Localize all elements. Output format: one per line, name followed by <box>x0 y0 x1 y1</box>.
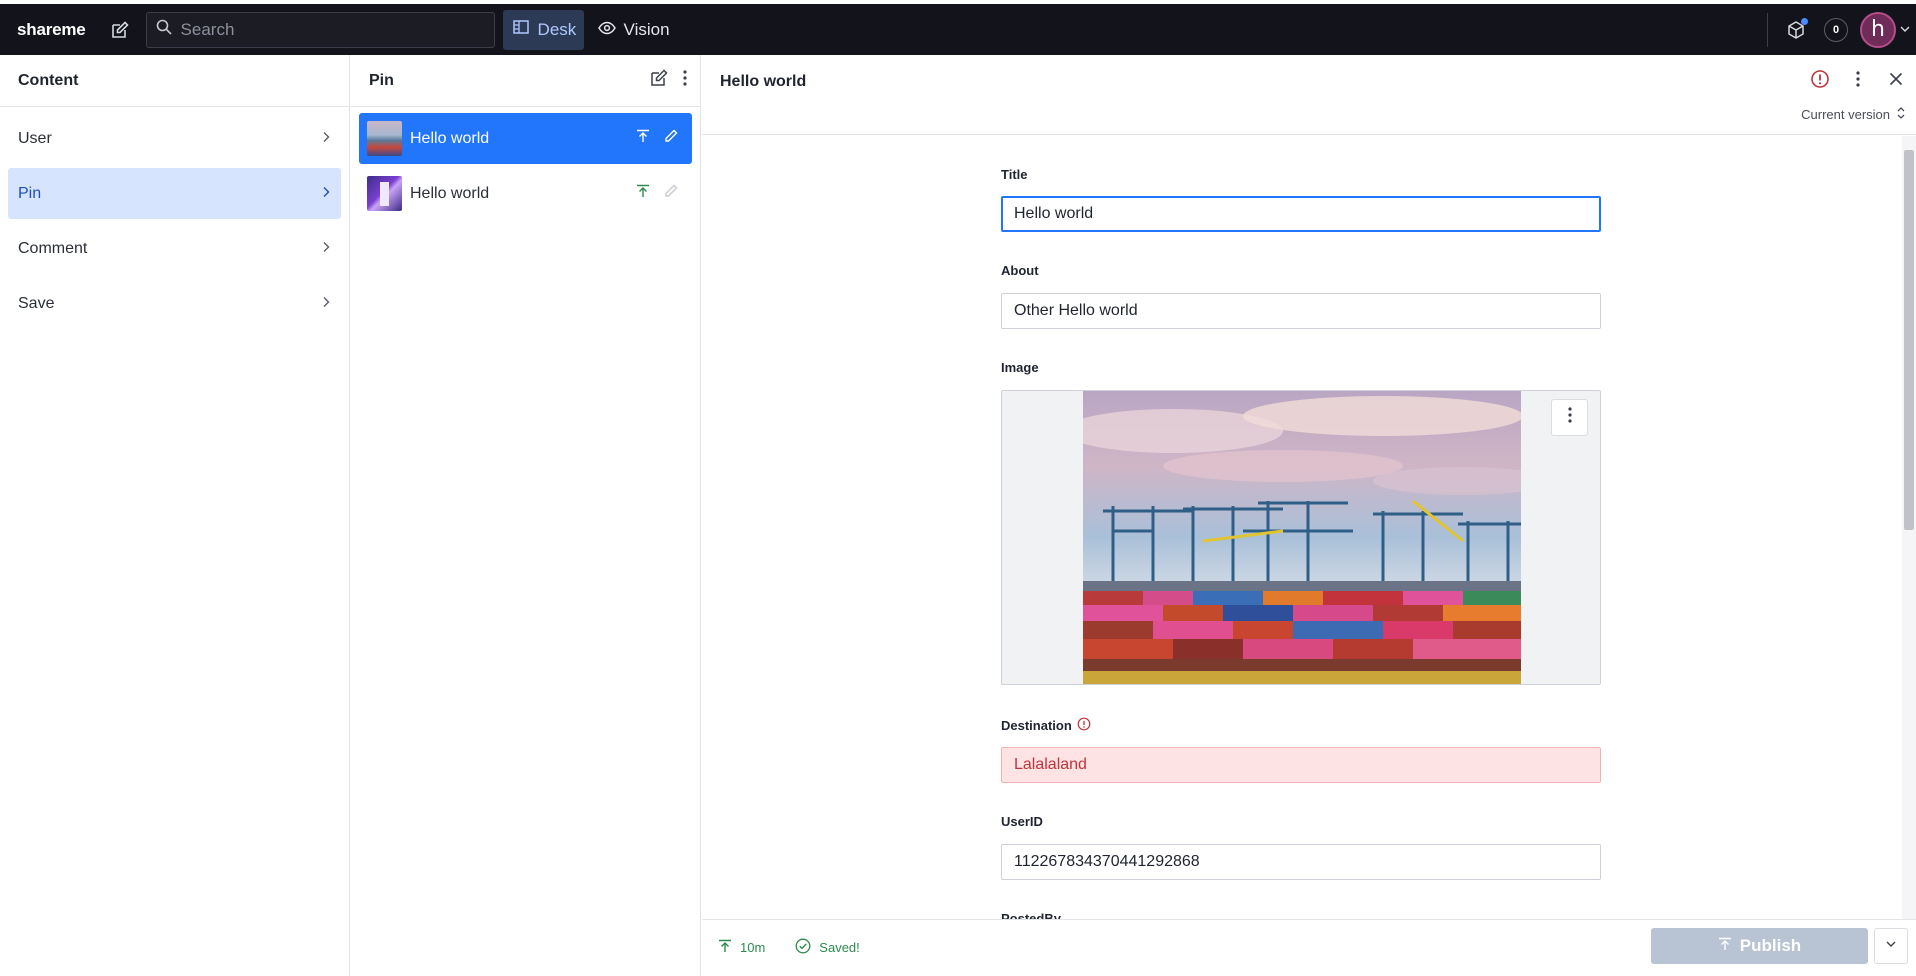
document-footer: 10m Saved! Publish <box>702 919 1916 976</box>
document-label: Hello world <box>410 129 490 147</box>
userid-label-text: UserID <box>1001 814 1043 829</box>
image-field[interactable] <box>1001 390 1601 685</box>
chevron-updown-icon <box>1896 106 1906 123</box>
document-label: Hello world <box>410 184 490 202</box>
port-cranes-image <box>1083 391 1521 684</box>
tool-desk-button[interactable]: Desk <box>502 9 584 50</box>
document-title: Hello world <box>720 73 807 90</box>
pin-pane: Pin Hello world Hello world <box>351 55 701 976</box>
list-item[interactable]: Hello world <box>359 113 692 164</box>
compose-icon[interactable] <box>108 18 132 42</box>
image-label-text: Image <box>1001 360 1039 375</box>
publish-label: Publish <box>1739 936 1802 955</box>
document-thumbnail <box>367 176 402 211</box>
content-item-label: Save <box>18 294 55 312</box>
search-box[interactable] <box>145 11 495 48</box>
tool-vision-label: Vision <box>623 19 670 39</box>
chevron-down-icon[interactable] <box>1900 21 1910 39</box>
validation-error-icon[interactable] <box>1810 69 1830 94</box>
more-vertical-icon <box>1567 406 1573 429</box>
tool-vision-button[interactable]: Vision <box>592 10 670 50</box>
package-icon[interactable] <box>1784 17 1808 42</box>
published-icon <box>718 939 732 956</box>
about-input[interactable]: Other Hello world <box>1001 293 1601 329</box>
title-field-label: Title <box>1001 167 1028 182</box>
desk-icon <box>512 19 529 40</box>
published-time[interactable]: 10m <box>740 940 765 955</box>
topbar-divider <box>1767 12 1768 47</box>
chevron-right-icon <box>321 240 331 258</box>
check-circle-icon <box>795 938 811 957</box>
published-icon <box>636 129 650 148</box>
top-navbar: shareme Desk Vision 0 h <box>0 4 1916 55</box>
document-status: 10m Saved! <box>718 938 860 957</box>
postedby-label-text: PostedBy <box>1001 911 1061 919</box>
close-icon[interactable] <box>1886 69 1906 94</box>
userid-input[interactable]: 112267834370441292868 <box>1001 844 1601 880</box>
chevron-right-icon <box>321 130 331 148</box>
chevron-right-icon <box>321 185 331 203</box>
content-item-label: Comment <box>18 239 88 257</box>
content-item-save[interactable]: Save <box>8 278 341 329</box>
destination-input[interactable]: Lalalaland <box>1001 747 1601 783</box>
content-type-list: User Pin Comment Save <box>0 107 349 329</box>
topbar-right-group: 0 h <box>1767 4 1916 55</box>
form-scrollbar[interactable] <box>1902 136 1916 919</box>
title-input[interactable]: Hello world <box>1001 196 1601 232</box>
list-item[interactable]: Hello world <box>359 168 692 219</box>
document-thumbnail <box>367 121 402 156</box>
content-pane-title: Content <box>0 55 349 107</box>
form-scroll-area[interactable]: Title Hello world About Other Hello worl… <box>702 136 1916 919</box>
publish-options-button[interactable] <box>1874 928 1908 964</box>
search-icon <box>156 19 172 40</box>
search-input[interactable] <box>180 19 481 40</box>
document-pane: Hello world Current version Title Hello … <box>702 55 1916 976</box>
image-field-label: Image <box>1001 360 1039 375</box>
document-header-actions <box>1810 69 1906 94</box>
content-item-comment[interactable]: Comment <box>8 223 341 274</box>
compose-icon[interactable] <box>650 69 668 92</box>
userid-field-label: UserID <box>1001 814 1043 829</box>
more-vertical-icon[interactable] <box>682 69 688 92</box>
content-item-label: Pin <box>18 184 42 202</box>
content-item-label: User <box>18 129 52 147</box>
more-vertical-icon[interactable] <box>1848 69 1868 94</box>
content-pane: Content User Pin Comment Save <box>0 55 350 976</box>
eye-icon <box>597 20 616 40</box>
postedby-field-label: PostedBy <box>1001 911 1061 919</box>
title-label-text: Title <box>1001 167 1028 182</box>
pin-pane-actions <box>650 69 688 92</box>
pin-document-list: Hello world Hello world <box>351 107 700 219</box>
edit-icon <box>664 129 678 148</box>
image-options-button[interactable] <box>1551 399 1588 436</box>
version-selector[interactable]: Current version <box>1801 106 1906 123</box>
content-item-user[interactable]: User <box>8 113 341 164</box>
scrollbar-thumb[interactable] <box>1904 150 1914 530</box>
document-status-icons <box>636 184 678 203</box>
destination-field-label: Destination <box>1001 717 1091 734</box>
about-label-text: About <box>1001 263 1039 278</box>
avatar[interactable]: h <box>1860 11 1896 48</box>
saved-status: Saved! <box>819 940 860 955</box>
destination-label-text: Destination <box>1001 718 1072 733</box>
version-label: Current version <box>1801 107 1890 122</box>
update-dot <box>1801 17 1808 25</box>
publish-button[interactable]: Publish <box>1651 928 1868 964</box>
error-icon[interactable] <box>1077 717 1091 734</box>
publish-icon <box>1718 936 1732 956</box>
edit-icon <box>664 184 678 203</box>
tool-desk-label: Desk <box>537 19 577 39</box>
about-field-label: About <box>1001 263 1039 278</box>
pin-pane-header: Pin <box>351 55 700 107</box>
document-header: Hello world Current version <box>702 55 1916 135</box>
published-icon <box>636 184 650 203</box>
chevron-down-icon <box>1885 937 1897 955</box>
brand-logo[interactable]: shareme <box>17 20 86 40</box>
document-status-icons <box>636 129 678 148</box>
content-item-pin[interactable]: Pin <box>8 168 341 219</box>
chevron-right-icon <box>321 295 331 313</box>
notification-counter[interactable]: 0 <box>1824 17 1848 42</box>
pin-pane-title: Pin <box>369 71 394 89</box>
